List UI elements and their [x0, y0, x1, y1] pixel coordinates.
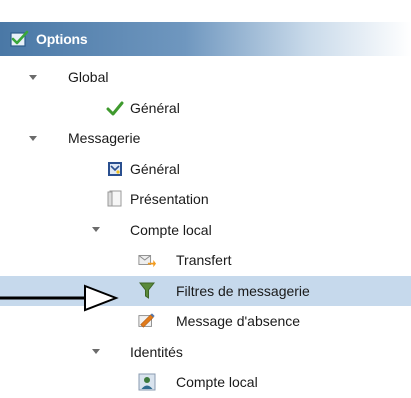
- forward-mail-icon: [138, 251, 156, 269]
- tree-item-label: Général: [130, 160, 180, 177]
- tree-item-identites[interactable]: Identités: [0, 337, 411, 368]
- tree-item-identites-compte-local[interactable]: Compte local: [0, 367, 411, 398]
- tree-item-label: Message d'absence: [176, 313, 301, 330]
- tree-item-messagerie-general[interactable]: Général: [0, 154, 411, 185]
- checked-box-icon: [10, 30, 30, 48]
- options-tree: Global Général Messagerie Général Présen…: [0, 62, 411, 398]
- away-message-icon: [138, 312, 156, 330]
- pointer-arrow-icon: [0, 283, 120, 313]
- expand-triangle-icon[interactable]: [29, 135, 37, 141]
- tree-item-label: Global: [68, 69, 109, 86]
- expand-triangle-icon[interactable]: [92, 349, 100, 355]
- options-header: Options: [0, 22, 411, 56]
- tree-item-label: Transfert: [176, 252, 232, 269]
- tree-item-label: Compte local: [130, 221, 212, 238]
- expand-triangle-icon[interactable]: [92, 227, 100, 233]
- tree-item-global[interactable]: Global: [0, 62, 411, 93]
- expand-triangle-icon[interactable]: [29, 74, 37, 80]
- tree-item-global-general[interactable]: Général: [0, 93, 411, 124]
- tree-item-label: Identités: [130, 343, 183, 360]
- tree-item-label: Compte local: [176, 374, 258, 391]
- header-title: Options: [36, 31, 88, 47]
- user-account-icon: [138, 373, 156, 391]
- tree-item-label: Présentation: [130, 191, 209, 208]
- page-icon: [106, 190, 124, 208]
- tree-item-transfert[interactable]: Transfert: [0, 245, 411, 276]
- general-settings-icon: [106, 160, 124, 178]
- green-check-icon: [106, 99, 124, 117]
- tree-item-label: Messagerie: [68, 130, 141, 147]
- tree-item-label: Général: [130, 99, 180, 116]
- tree-item-messagerie[interactable]: Messagerie: [0, 123, 411, 154]
- tree-item-presentation[interactable]: Présentation: [0, 184, 411, 215]
- filter-icon: [138, 282, 156, 300]
- tree-item-compte-local[interactable]: Compte local: [0, 215, 411, 246]
- tree-item-label: Filtres de messagerie: [176, 282, 310, 299]
